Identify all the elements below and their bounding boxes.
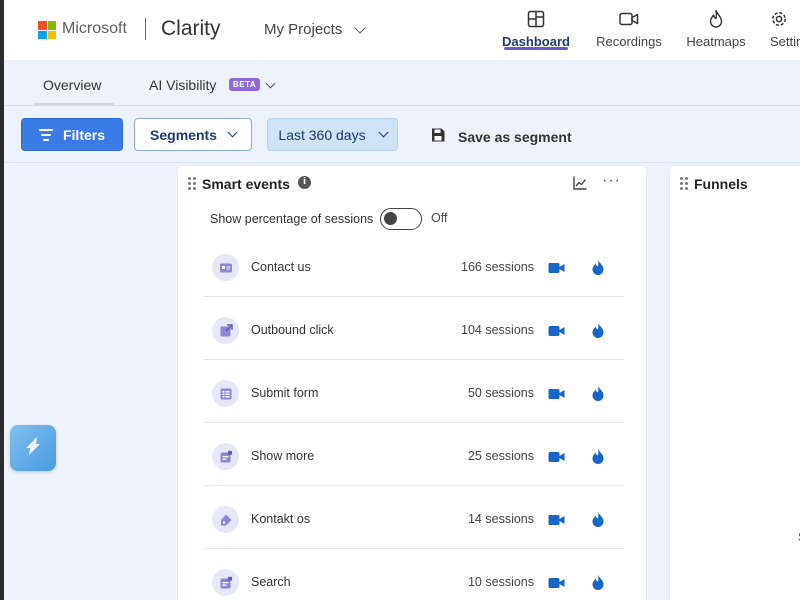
nav-heatmaps-label: Heatmaps [686, 34, 746, 49]
filters-button[interactable]: Filters [21, 118, 123, 151]
drag-handle-icon[interactable] [188, 177, 196, 190]
recordings-link-icon[interactable] [548, 450, 565, 468]
event-sessions: 25 sessions [467, 449, 534, 463]
nav-settings-label: Settin [770, 34, 800, 49]
show-percentage-toggle[interactable] [380, 208, 422, 230]
dashboard-icon [527, 8, 545, 30]
trend-chart-icon[interactable] [572, 175, 588, 196]
event-name: Show more [251, 449, 315, 463]
flame-icon [708, 8, 724, 30]
expand-content-icon [212, 443, 239, 470]
nav-recordings[interactable]: Recordings [594, 8, 664, 56]
funnels-title: Funnels [694, 176, 748, 192]
assistant-logo-icon [20, 433, 46, 464]
nav-heatmaps[interactable]: Heatmaps [684, 8, 748, 56]
save-as-segment-button[interactable]: Save as segment [430, 127, 572, 146]
tab-overview[interactable]: Overview [43, 77, 101, 93]
heatmap-link-icon[interactable] [592, 385, 604, 406]
chevron-down-icon [378, 127, 389, 138]
gear-icon [770, 8, 788, 30]
event-name: Kontakt os [251, 512, 311, 526]
smart-event-row[interactable]: Kontakt os 14 sessions [204, 486, 624, 549]
tab-ai-visibility[interactable]: AI Visibility [149, 77, 216, 93]
funnels-card: Funnels S [670, 166, 800, 600]
show-percentage-label: Show percentage of sessions [210, 212, 374, 226]
recordings-link-icon[interactable] [548, 576, 565, 594]
event-sessions: 50 sessions [467, 386, 534, 400]
event-name: Contact us [251, 260, 311, 274]
tag-icon [212, 506, 239, 533]
smart-event-row[interactable]: Contact us 166 sessions [204, 234, 624, 297]
toggle-state-label: Off [431, 211, 448, 225]
event-sessions: 166 sessions [461, 260, 534, 274]
toggle-knob [384, 212, 397, 225]
more-options-icon[interactable]: ··· [602, 172, 621, 190]
my-projects-label: My Projects [264, 21, 343, 38]
save-as-segment-label: Save as segment [458, 128, 572, 145]
event-sessions: 10 sessions [467, 575, 534, 589]
section-tabs: Overview AI Visibility [4, 60, 800, 106]
video-camera-icon [619, 8, 639, 30]
smart-event-row[interactable]: Search 10 sessions [204, 549, 624, 600]
form-icon [212, 380, 239, 407]
heatmap-link-icon[interactable] [592, 259, 604, 280]
nav-settings[interactable]: Settin [770, 8, 800, 56]
smart-events-card: Smart events i ··· Show percentage of se… [178, 166, 646, 600]
chevron-down-icon [354, 21, 367, 34]
brand-divider [145, 18, 146, 40]
recordings-link-icon[interactable] [548, 324, 565, 342]
outbound-link-icon [212, 317, 239, 344]
tab-overview-underline [34, 103, 114, 105]
recordings-link-icon[interactable] [548, 261, 565, 279]
save-disk-icon [430, 127, 446, 146]
top-header: Microsoft Clarity My Projects Dashboard … [4, 0, 800, 60]
drag-handle-icon[interactable] [680, 177, 688, 190]
event-name: Outbound click [251, 323, 334, 337]
nav-recordings-label: Recordings [596, 34, 662, 49]
heatmap-link-icon[interactable] [592, 322, 604, 343]
event-name: Search [251, 575, 291, 589]
search-form-icon [212, 569, 239, 596]
filter-lines-icon [38, 128, 53, 141]
smart-event-row[interactable]: Outbound click 104 sessions [204, 297, 624, 360]
segments-dropdown[interactable]: Segments [134, 118, 252, 151]
heatmap-link-icon[interactable] [592, 574, 604, 595]
smart-event-row[interactable]: Submit form 50 sessions [204, 360, 624, 423]
clarity-app: Microsoft Clarity My Projects Dashboard … [4, 0, 800, 600]
event-sessions: 104 sessions [461, 323, 534, 337]
smart-events-title: Smart events [202, 176, 290, 192]
event-name: Submit form [251, 386, 319, 400]
microsoft-logo-icon [38, 21, 56, 39]
filters-label: Filters [62, 126, 105, 143]
event-sessions: 14 sessions [467, 512, 534, 526]
chevron-down-icon [227, 127, 238, 138]
info-icon[interactable]: i [298, 176, 311, 189]
filter-bar: Filters Segments Last 360 days Save as s… [4, 107, 800, 163]
contact-card-icon [212, 254, 239, 281]
segments-label: Segments [150, 126, 217, 143]
date-range-label: Last 360 days [278, 126, 366, 143]
my-projects-dropdown[interactable]: My Projects [264, 21, 367, 38]
recordings-link-icon[interactable] [548, 513, 565, 531]
smart-event-row[interactable]: Show more 25 sessions [204, 423, 624, 486]
beta-badge: BETA [229, 78, 261, 91]
heatmap-link-icon[interactable] [592, 448, 604, 469]
nav-active-indicator [504, 47, 568, 50]
floating-assistant-button[interactable] [10, 425, 56, 471]
heatmap-link-icon[interactable] [592, 511, 604, 532]
date-range-dropdown[interactable]: Last 360 days [267, 118, 398, 151]
product-name[interactable]: Clarity [161, 17, 221, 41]
recordings-link-icon[interactable] [548, 387, 565, 405]
company-name: Microsoft [62, 20, 127, 37]
